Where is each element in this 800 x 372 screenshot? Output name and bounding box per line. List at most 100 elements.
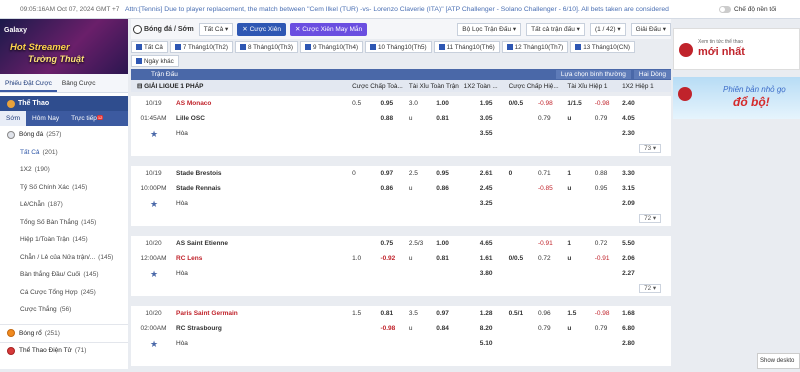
date-chip[interactable]: 9 Tháng10(Th4) bbox=[300, 41, 364, 53]
odds-cell[interactable]: 1.68 bbox=[622, 310, 671, 317]
odds-cell[interactable]: 4.05 bbox=[622, 115, 671, 122]
odds-cell[interactable]: 2.61 bbox=[464, 170, 509, 177]
odds-cell[interactable]: 6.80 bbox=[622, 325, 671, 332]
odds-cell[interactable]: 1.00 bbox=[436, 100, 463, 107]
menu-item[interactable]: Lẻ/Chẵn (187) bbox=[0, 196, 128, 214]
odds-cell[interactable]: 3.30 bbox=[622, 170, 671, 177]
odds-cell[interactable]: -0.91 bbox=[595, 255, 622, 262]
odds-cell[interactable]: -0.98 bbox=[595, 310, 622, 317]
odds-cell[interactable]: 2.80 bbox=[622, 340, 671, 347]
odds-cell[interactable]: 1 bbox=[567, 240, 594, 247]
odds-cell[interactable]: 0.79 bbox=[595, 325, 622, 332]
menu-football[interactable]: Bóng đá (257) bbox=[0, 126, 128, 144]
odds-cell[interactable]: -0.92 bbox=[380, 255, 408, 262]
odds-cell[interactable]: 3.25 bbox=[464, 200, 509, 207]
odds-cell[interactable]: 1.28 bbox=[464, 310, 509, 317]
odds-cell[interactable]: 2.09 bbox=[622, 200, 671, 207]
odds-cell[interactable]: 5.50 bbox=[622, 240, 671, 247]
odds-cell[interactable]: 3.5 bbox=[409, 310, 436, 317]
date-chip[interactable]: 11 Tháng10(Th6) bbox=[433, 41, 500, 53]
favorite-star-icon[interactable]: ★ bbox=[150, 129, 158, 140]
more-markets[interactable] bbox=[131, 351, 671, 366]
odds-cell[interactable]: 0.81 bbox=[436, 115, 463, 122]
odds-cell[interactable]: 0.97 bbox=[380, 170, 408, 177]
odds-cell[interactable]: 3.80 bbox=[464, 270, 509, 277]
odds-cell[interactable]: -0.98 bbox=[595, 100, 622, 107]
odds-cell[interactable]: 0.5/1 bbox=[509, 310, 538, 317]
odds-cell[interactable]: 8.20 bbox=[464, 325, 509, 332]
odds-cell[interactable]: 5.10 bbox=[464, 340, 509, 347]
odds-cell[interactable]: 1.61 bbox=[464, 255, 509, 262]
odds-cell[interactable]: 0.86 bbox=[436, 185, 463, 192]
date-chip[interactable]: 13 Tháng10(CN) bbox=[570, 41, 636, 53]
odds-cell[interactable]: 1 bbox=[567, 170, 594, 177]
tab-bet-table[interactable]: Bảng Cược bbox=[57, 74, 101, 92]
menu-esports[interactable]: Thể Thao Điện Tử (71) bbox=[0, 341, 128, 360]
odds-cell[interactable]: 2.5 bbox=[409, 170, 436, 177]
show-desktop-button[interactable]: Show deskto bbox=[757, 353, 800, 369]
tab-early[interactable]: Sớm bbox=[0, 111, 27, 126]
menu-item[interactable]: Cá Cược Tổng Hợp (245) bbox=[0, 284, 128, 302]
odds-cell[interactable]: 0.88 bbox=[380, 115, 408, 122]
odds-cell[interactable]: 4.65 bbox=[464, 240, 509, 247]
more-markets[interactable]: 72 ▾ bbox=[131, 211, 671, 226]
menu-item[interactable]: Cược Thắng (56) bbox=[0, 301, 128, 319]
date-chip[interactable]: Ngày khác bbox=[131, 55, 179, 67]
odds-cell[interactable]: 0.95 bbox=[595, 185, 622, 192]
menu-item[interactable]: Bàn thắng Đầu/ Cuối (145) bbox=[0, 266, 128, 284]
menu-item[interactable]: Tất Cả (201) bbox=[0, 144, 128, 162]
odds-cell[interactable]: 0.96 bbox=[538, 310, 567, 317]
mobile-ad[interactable]: Phiên bản nhỏ gọ đổ bộ! bbox=[673, 77, 800, 119]
odds-cell[interactable]: 0.79 bbox=[595, 115, 622, 122]
odds-cell[interactable]: 0.75 bbox=[380, 240, 408, 247]
menu-item[interactable]: Hiệp 1/Toàn Trận (145) bbox=[0, 231, 128, 249]
menu-basketball[interactable]: Bóng rổ (251) bbox=[0, 324, 128, 342]
odds-cell[interactable]: 0.86 bbox=[380, 185, 408, 192]
odds-cell[interactable]: 0/0.5 bbox=[509, 100, 538, 107]
dark-mode-toggle[interactable] bbox=[719, 5, 731, 13]
odds-cell[interactable]: 0.97 bbox=[436, 310, 463, 317]
odds-cell[interactable]: 2.27 bbox=[622, 270, 671, 277]
more-markets[interactable]: 73 ▾ bbox=[131, 141, 671, 156]
menu-item[interactable]: Chẵn / Lẻ của Nửa trận/... (145) bbox=[0, 249, 128, 267]
odds-cell[interactable]: 1.95 bbox=[464, 100, 509, 107]
promo-banner[interactable]: Galaxy Hot Streamer Tường Thuật bbox=[0, 19, 128, 74]
parlay-button[interactable]: ✕ Cược Xiên bbox=[237, 22, 286, 36]
odds-cell[interactable]: 0.71 bbox=[538, 170, 567, 177]
favorite-star-icon[interactable]: ★ bbox=[150, 199, 158, 210]
odds-cell[interactable]: 0.72 bbox=[595, 240, 622, 247]
pager[interactable]: (1 / 42) ▾ bbox=[589, 22, 626, 36]
more-markets[interactable]: 72 ▾ bbox=[131, 281, 671, 296]
odds-cell[interactable]: 0.84 bbox=[436, 325, 463, 332]
odds-cell[interactable]: 0/0.5 bbox=[509, 255, 538, 262]
odds-cell[interactable]: 1.5 bbox=[567, 310, 594, 317]
odds-cell[interactable]: 0.88 bbox=[595, 170, 622, 177]
sport-header[interactable]: Thể Thao bbox=[0, 96, 128, 111]
news-ad[interactable]: Xem tin tức thể thao mới nhất bbox=[673, 28, 800, 70]
odds-cell[interactable]: 0 bbox=[509, 170, 538, 177]
menu-item[interactable]: Tỷ Số Chính Xác (145) bbox=[0, 179, 128, 197]
odds-cell[interactable]: -0.98 bbox=[380, 325, 408, 332]
odds-cell[interactable]: 0.5 bbox=[352, 100, 380, 107]
date-chip[interactable]: 8 Tháng10(Th3) bbox=[234, 41, 298, 53]
favorite-star-icon[interactable]: ★ bbox=[150, 269, 158, 280]
odds-cell[interactable]: 0.79 bbox=[538, 115, 567, 122]
odds-cell[interactable]: 0.95 bbox=[380, 100, 408, 107]
odds-cell[interactable]: 1/1.5 bbox=[567, 100, 594, 107]
date-chip[interactable]: 7 Tháng10(Th2) bbox=[169, 41, 233, 53]
view-select[interactable]: Hai Dòng bbox=[633, 70, 671, 79]
odds-cell[interactable]: 0.95 bbox=[436, 170, 463, 177]
odds-cell[interactable]: 0.81 bbox=[380, 310, 408, 317]
date-chip[interactable]: 10 Tháng10(Th5) bbox=[365, 41, 432, 53]
odds-cell[interactable]: 2.5/3 bbox=[409, 240, 436, 247]
odds-cell[interactable]: 3.15 bbox=[622, 185, 671, 192]
odds-cell[interactable]: 2.30 bbox=[622, 130, 671, 137]
odds-cell[interactable]: 0 bbox=[352, 170, 380, 177]
lucky-parlay-button[interactable]: ✕ Cược Xiên May Mắn bbox=[289, 22, 368, 36]
notice-ticker[interactable]: Attn:[Tennis] Due to player replacement,… bbox=[125, 6, 713, 13]
tab-live[interactable]: Trực tiếp12 bbox=[65, 115, 109, 122]
odds-cell[interactable]: 1.0 bbox=[352, 255, 380, 262]
favorite-star-icon[interactable]: ★ bbox=[150, 339, 158, 350]
odds-cell[interactable]: 3.05 bbox=[464, 115, 509, 122]
odds-cell[interactable]: -0.98 bbox=[538, 100, 567, 107]
